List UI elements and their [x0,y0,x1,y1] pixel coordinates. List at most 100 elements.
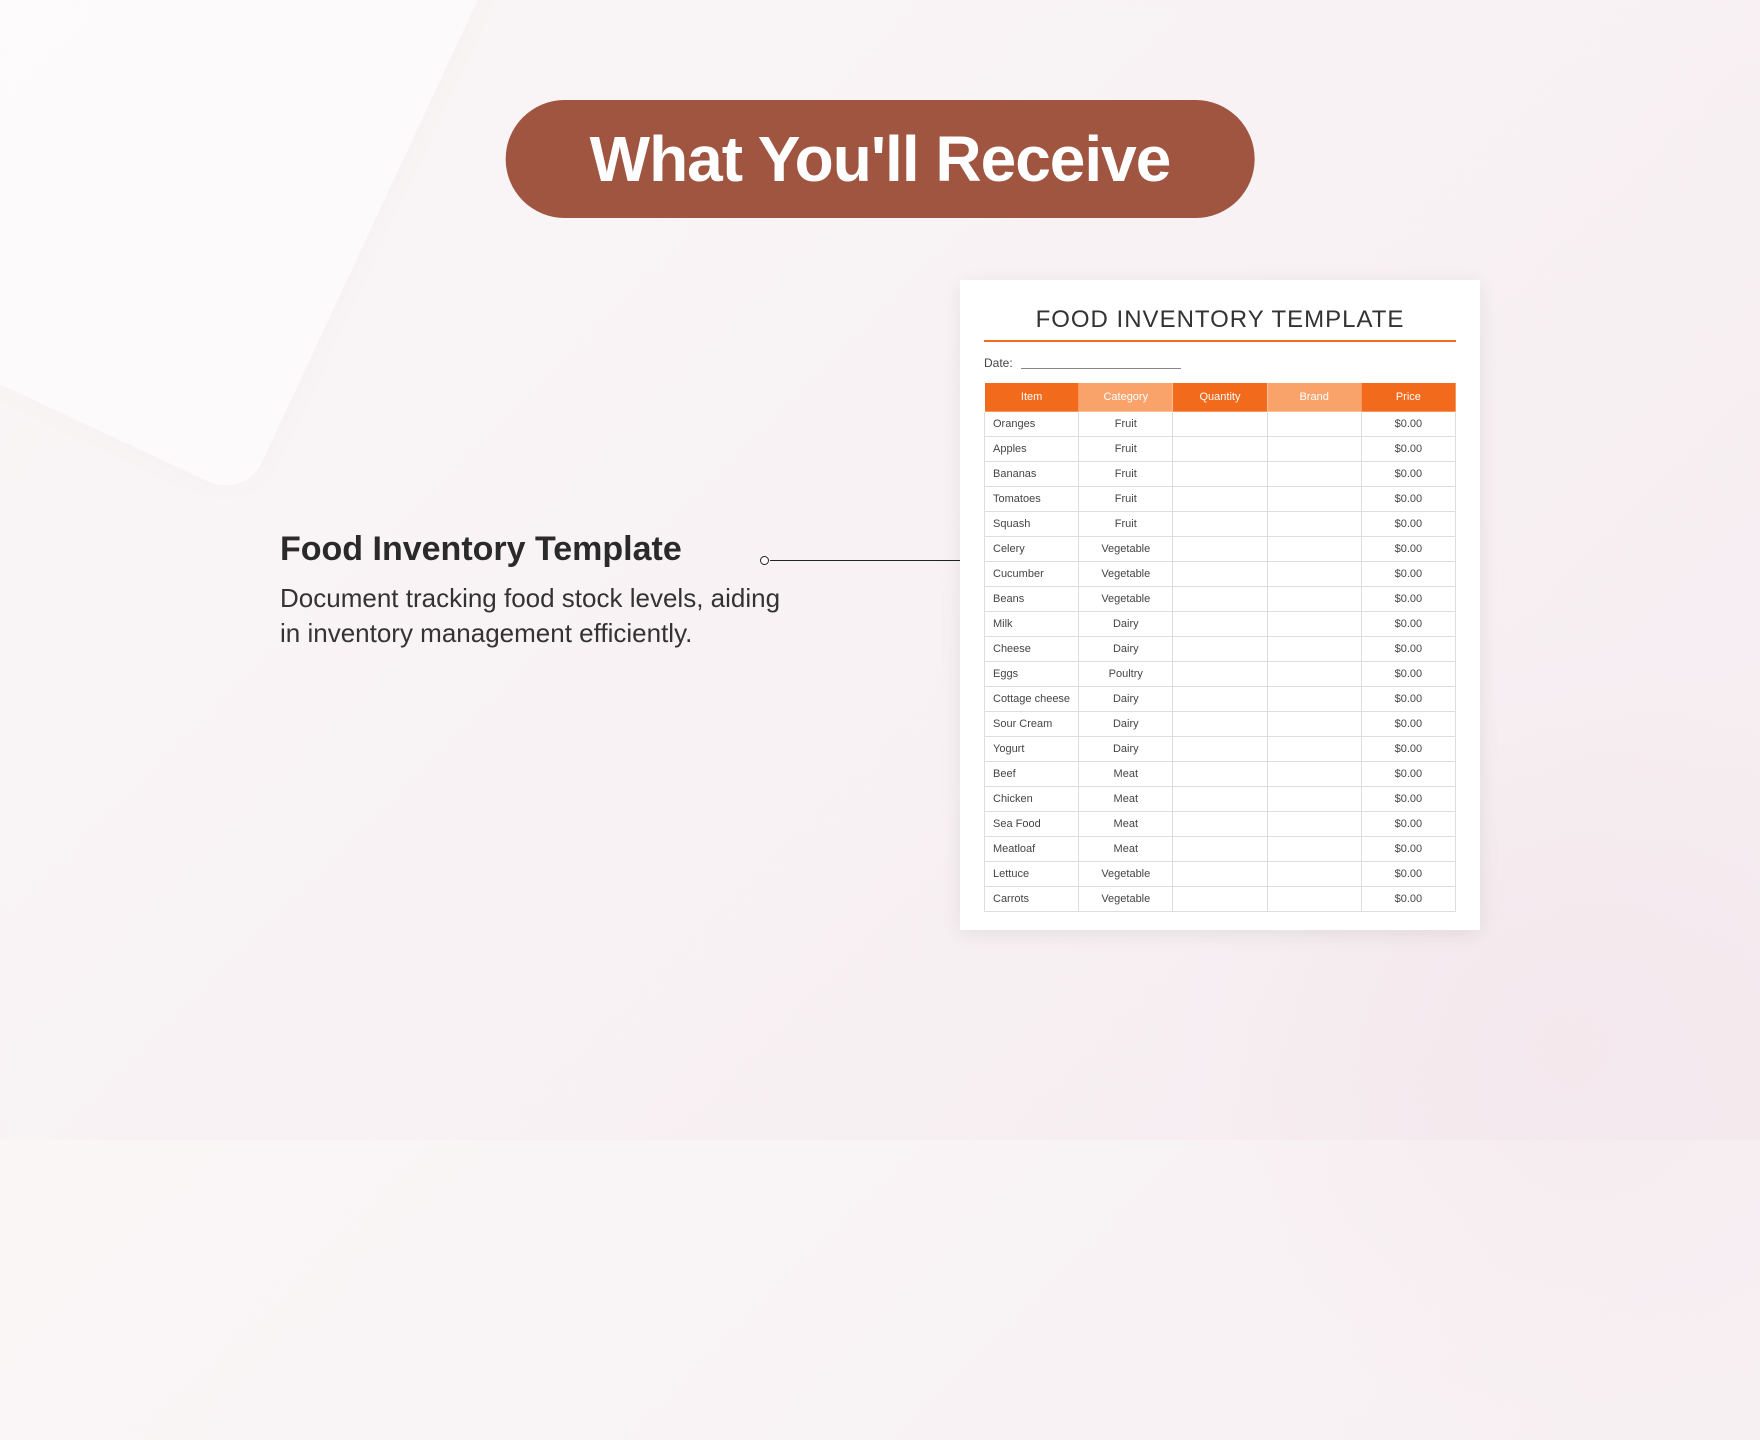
cell-brand [1267,437,1361,462]
cell-brand [1267,487,1361,512]
cell-price: $0.00 [1361,837,1455,862]
table-row: SquashFruit $0.00 [985,512,1456,537]
table-row: EggsPoultry$0.00 [985,662,1456,687]
cell-category: Vegetable [1079,562,1173,587]
cell-price: $0.00 [1361,637,1455,662]
cell-price: $0.00 [1361,862,1455,887]
cell-item: Apples [985,437,1079,462]
cell-item: Squash [985,512,1079,537]
inventory-table: Item Category Quantity Brand Price Orang… [984,382,1456,912]
cell-item: Oranges [985,412,1079,437]
cell-quantity [1173,537,1267,562]
cell-quantity [1173,737,1267,762]
cell-item: Sour Cream [985,712,1079,737]
cell-item: Beans [985,587,1079,612]
cell-brand [1267,562,1361,587]
cell-item: Carrots [985,887,1079,912]
cell-quantity [1173,562,1267,587]
table-row: MeatloafMeat $0.00 [985,837,1456,862]
document-title: FOOD INVENTORY TEMPLATE [984,306,1456,334]
cell-quantity [1173,812,1267,837]
page-banner: What You'll Receive [506,100,1255,218]
cell-item: Lettuce [985,862,1079,887]
date-label: Date: [984,356,1013,370]
col-quantity: Quantity [1173,383,1267,412]
cell-category: Vegetable [1079,887,1173,912]
cell-price: $0.00 [1361,587,1455,612]
table-header-row: Item Category Quantity Brand Price [985,383,1456,412]
cell-quantity [1173,662,1267,687]
cell-quantity [1173,862,1267,887]
cell-category: Meat [1079,837,1173,862]
cell-category: Fruit [1079,412,1173,437]
cell-brand [1267,637,1361,662]
table-row: MilkDairy$0.00 [985,612,1456,637]
cell-category: Meat [1079,762,1173,787]
table-row: CeleryVegetable$0.00 [985,537,1456,562]
cell-item: Beef [985,762,1079,787]
cell-quantity [1173,712,1267,737]
description-text: Document tracking food stock levels, aid… [280,581,800,651]
cell-category: Dairy [1079,737,1173,762]
cell-category: Vegetable [1079,587,1173,612]
cell-price: $0.00 [1361,787,1455,812]
date-underline [1021,357,1181,369]
col-category: Category [1079,383,1173,412]
cell-brand [1267,687,1361,712]
cell-price: $0.00 [1361,762,1455,787]
table-row: Sea FoodMeat$0.00 [985,812,1456,837]
cell-brand [1267,862,1361,887]
table-row: Cottage cheeseDairy $0.00 [985,687,1456,712]
cell-quantity [1173,687,1267,712]
cell-item: Celery [985,537,1079,562]
table-row: CheeseDairy$0.00 [985,637,1456,662]
col-brand: Brand [1267,383,1361,412]
table-row: BananasFruit $0.00 [985,462,1456,487]
cell-item: Milk [985,612,1079,637]
cell-price: $0.00 [1361,562,1455,587]
cell-price: $0.00 [1361,737,1455,762]
cell-item: Cheese [985,637,1079,662]
cell-brand [1267,512,1361,537]
cell-price: $0.00 [1361,687,1455,712]
cell-price: $0.00 [1361,462,1455,487]
cell-price: $0.00 [1361,512,1455,537]
cell-item: Cottage cheese [985,687,1079,712]
cell-category: Dairy [1079,612,1173,637]
cell-item: Sea Food [985,812,1079,837]
cell-quantity [1173,512,1267,537]
cell-category: Vegetable [1079,862,1173,887]
bg-shape [0,0,499,499]
cell-brand [1267,612,1361,637]
cell-brand [1267,887,1361,912]
cell-item: Yogurt [985,737,1079,762]
cell-brand [1267,587,1361,612]
cell-brand [1267,537,1361,562]
cell-price: $0.00 [1361,487,1455,512]
date-row: Date: [984,356,1456,370]
cell-brand [1267,812,1361,837]
cell-category: Dairy [1079,687,1173,712]
cell-price: $0.00 [1361,662,1455,687]
cell-item: Cucumber [985,562,1079,587]
cell-brand [1267,762,1361,787]
cell-item: Chicken [985,787,1079,812]
table-row: YogurtDairy $0.00 [985,737,1456,762]
table-row: OrangesFruit $0.00 [985,412,1456,437]
description-block: Food Inventory Template Document trackin… [280,530,800,651]
cell-price: $0.00 [1361,412,1455,437]
cell-item: Meatloaf [985,837,1079,862]
connector [760,556,960,558]
cell-category: Fruit [1079,462,1173,487]
cell-category: Fruit [1079,512,1173,537]
cell-quantity [1173,837,1267,862]
table-row: LettuceVegetable $0.00 [985,862,1456,887]
table-row: TomatoesFruit$0.00 [985,487,1456,512]
table-row: BeefMeat $0.00 [985,762,1456,787]
cell-item: Bananas [985,462,1079,487]
cell-category: Meat [1079,812,1173,837]
cell-quantity [1173,462,1267,487]
cell-brand [1267,737,1361,762]
cell-quantity [1173,637,1267,662]
cell-category: Meat [1079,787,1173,812]
